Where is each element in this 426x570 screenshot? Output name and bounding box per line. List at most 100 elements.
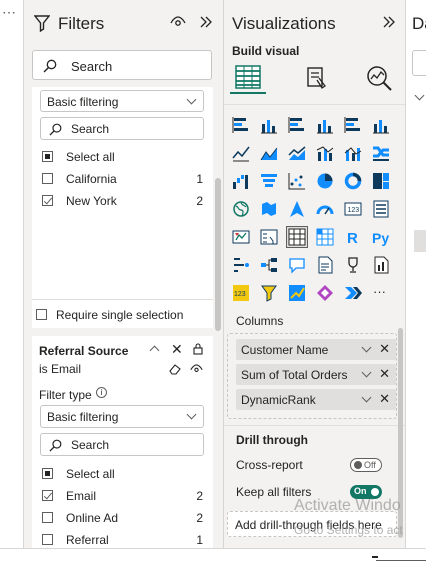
power-automate-icon[interactable] [342,282,364,304]
zoom-slider[interactable] [376,560,426,561]
qa-icon[interactable] [286,254,308,276]
field-sum-total-orders[interactable]: Sum of Total Orders ✕ [236,364,396,385]
select-all-checkbox[interactable] [42,468,53,479]
python-visual-icon[interactable]: Py [370,226,392,248]
kpi-icon[interactable] [230,226,252,248]
filter-type-dropdown[interactable]: Basic filtering [40,405,204,428]
close-icon[interactable]: ✕ [171,341,183,358]
funnel-icon[interactable] [258,170,280,192]
stacked-bar-icon[interactable] [230,114,252,136]
custom-visual-3-icon[interactable] [286,282,308,304]
close-icon[interactable]: ✕ [379,366,390,382]
custom-visual-4-icon[interactable] [314,282,336,304]
line-clustered-column-icon[interactable] [314,142,336,164]
list-item[interactable]: Select all [32,146,213,168]
filter-card-search[interactable]: Search [40,433,204,456]
collapse-visualizations-icon[interactable] [382,15,396,34]
gauge-icon[interactable] [314,198,336,220]
tab-format-visual[interactable] [302,64,328,97]
data-pane-item [414,230,426,252]
filter-card-search-placeholder: Search [71,438,110,452]
field-dynamic-rank[interactable]: DynamicRank ✕ [236,389,396,410]
collapse-filters-icon[interactable] [199,15,213,34]
filter-card-search[interactable]: Search [40,117,204,140]
multi-row-card-icon[interactable] [370,198,392,220]
list-item[interactable]: Email 2 [32,485,213,507]
narrative-icon[interactable] [314,254,336,276]
chevron-down-icon[interactable] [361,367,372,378]
cross-report-toggle[interactable]: Off [350,458,382,472]
eye-icon[interactable] [190,364,203,374]
list-item[interactable]: New York 2 [32,190,213,212]
close-icon[interactable]: ✕ [379,341,390,357]
require-single-checkbox[interactable] [36,309,47,320]
require-single-selection[interactable]: Require single selection [32,304,213,326]
filters-search-box[interactable]: Search [32,50,212,80]
waterfall-icon[interactable] [230,170,252,192]
filter-type-value: Basic filtering [47,410,119,424]
list-item[interactable]: Select all [32,463,213,485]
item-checkbox[interactable] [42,490,53,501]
azure-map-icon[interactable] [286,198,308,220]
key-influencers-icon[interactable] [230,254,252,276]
visualizations-pane: Visualizations Build visual 123 R Py 123 ···… [224,0,406,548]
chevron-down-icon[interactable] [361,392,372,403]
list-item[interactable]: Referral 1 [32,529,213,548]
item-checkbox[interactable] [42,195,53,206]
donut-chart-icon[interactable] [342,170,364,192]
clustered-column-icon[interactable] [314,114,336,136]
line-chart-icon[interactable] [230,142,252,164]
data-search-box[interactable] [412,50,426,76]
item-checkbox[interactable] [42,534,53,545]
area-chart-icon[interactable] [258,142,280,164]
chevron-down-icon[interactable] [414,90,425,101]
paginated-report-icon[interactable] [370,254,392,276]
map-icon[interactable] [230,198,252,220]
stacked-area-icon[interactable] [286,142,308,164]
card-icon[interactable]: 123 [342,198,364,220]
eraser-icon[interactable] [168,363,181,375]
chevron-down-icon[interactable] [361,342,372,353]
select-all-checkbox[interactable] [42,151,53,162]
table-icon[interactable] [286,226,308,248]
matrix-icon[interactable] [314,226,336,248]
scatter-icon[interactable] [286,170,308,192]
zoom-out-icon[interactable] [372,556,378,558]
lock-icon[interactable] [193,343,203,355]
svg-text:123: 123 [234,291,246,298]
svg-text:R: R [347,230,358,246]
info-icon[interactable]: i [96,387,107,398]
custom-visual-2-icon[interactable] [258,282,280,304]
more-visuals-icon[interactable]: ··· [370,282,392,304]
decomposition-tree-icon[interactable] [258,254,280,276]
tab-analytics[interactable] [365,64,393,97]
tab-build-visual[interactable] [230,60,266,94]
eye-icon[interactable] [170,15,186,34]
pie-chart-icon[interactable] [314,170,336,192]
100-stacked-column-icon[interactable] [370,114,392,136]
stacked-column-icon[interactable] [258,114,280,136]
chevron-up-icon[interactable] [149,345,160,356]
line-stacked-column-icon[interactable] [342,142,364,164]
100-stacked-bar-icon[interactable] [342,114,364,136]
filled-map-icon[interactable] [258,198,280,220]
columns-well[interactable]: Customer Name ✕ Sum of Total Orders ✕ Dyna… [227,333,397,419]
close-icon[interactable]: ✕ [379,391,390,407]
list-item[interactable]: California 1 [32,168,213,190]
metrics-icon[interactable] [342,254,364,276]
slicer-icon[interactable] [258,226,280,248]
filter-type-dropdown[interactable]: Basic filtering [40,90,204,112]
item-checkbox[interactable] [42,173,53,184]
more-options-icon[interactable]: ⋯ [2,4,16,21]
item-checkbox[interactable] [42,512,53,523]
columns-label: Columns [236,314,284,328]
r-visual-icon[interactable]: R [342,226,364,248]
field-customer-name[interactable]: Customer Name ✕ [236,339,396,360]
build-visual-label: Build visual [232,44,300,58]
custom-visual-1-icon[interactable]: 123 [230,282,252,304]
filters-scrollbar[interactable] [215,178,221,331]
ribbon-chart-icon[interactable] [370,142,392,164]
clustered-bar-icon[interactable] [286,114,308,136]
treemap-icon[interactable] [370,170,392,192]
list-item[interactable]: Online Ad 2 [32,507,213,529]
